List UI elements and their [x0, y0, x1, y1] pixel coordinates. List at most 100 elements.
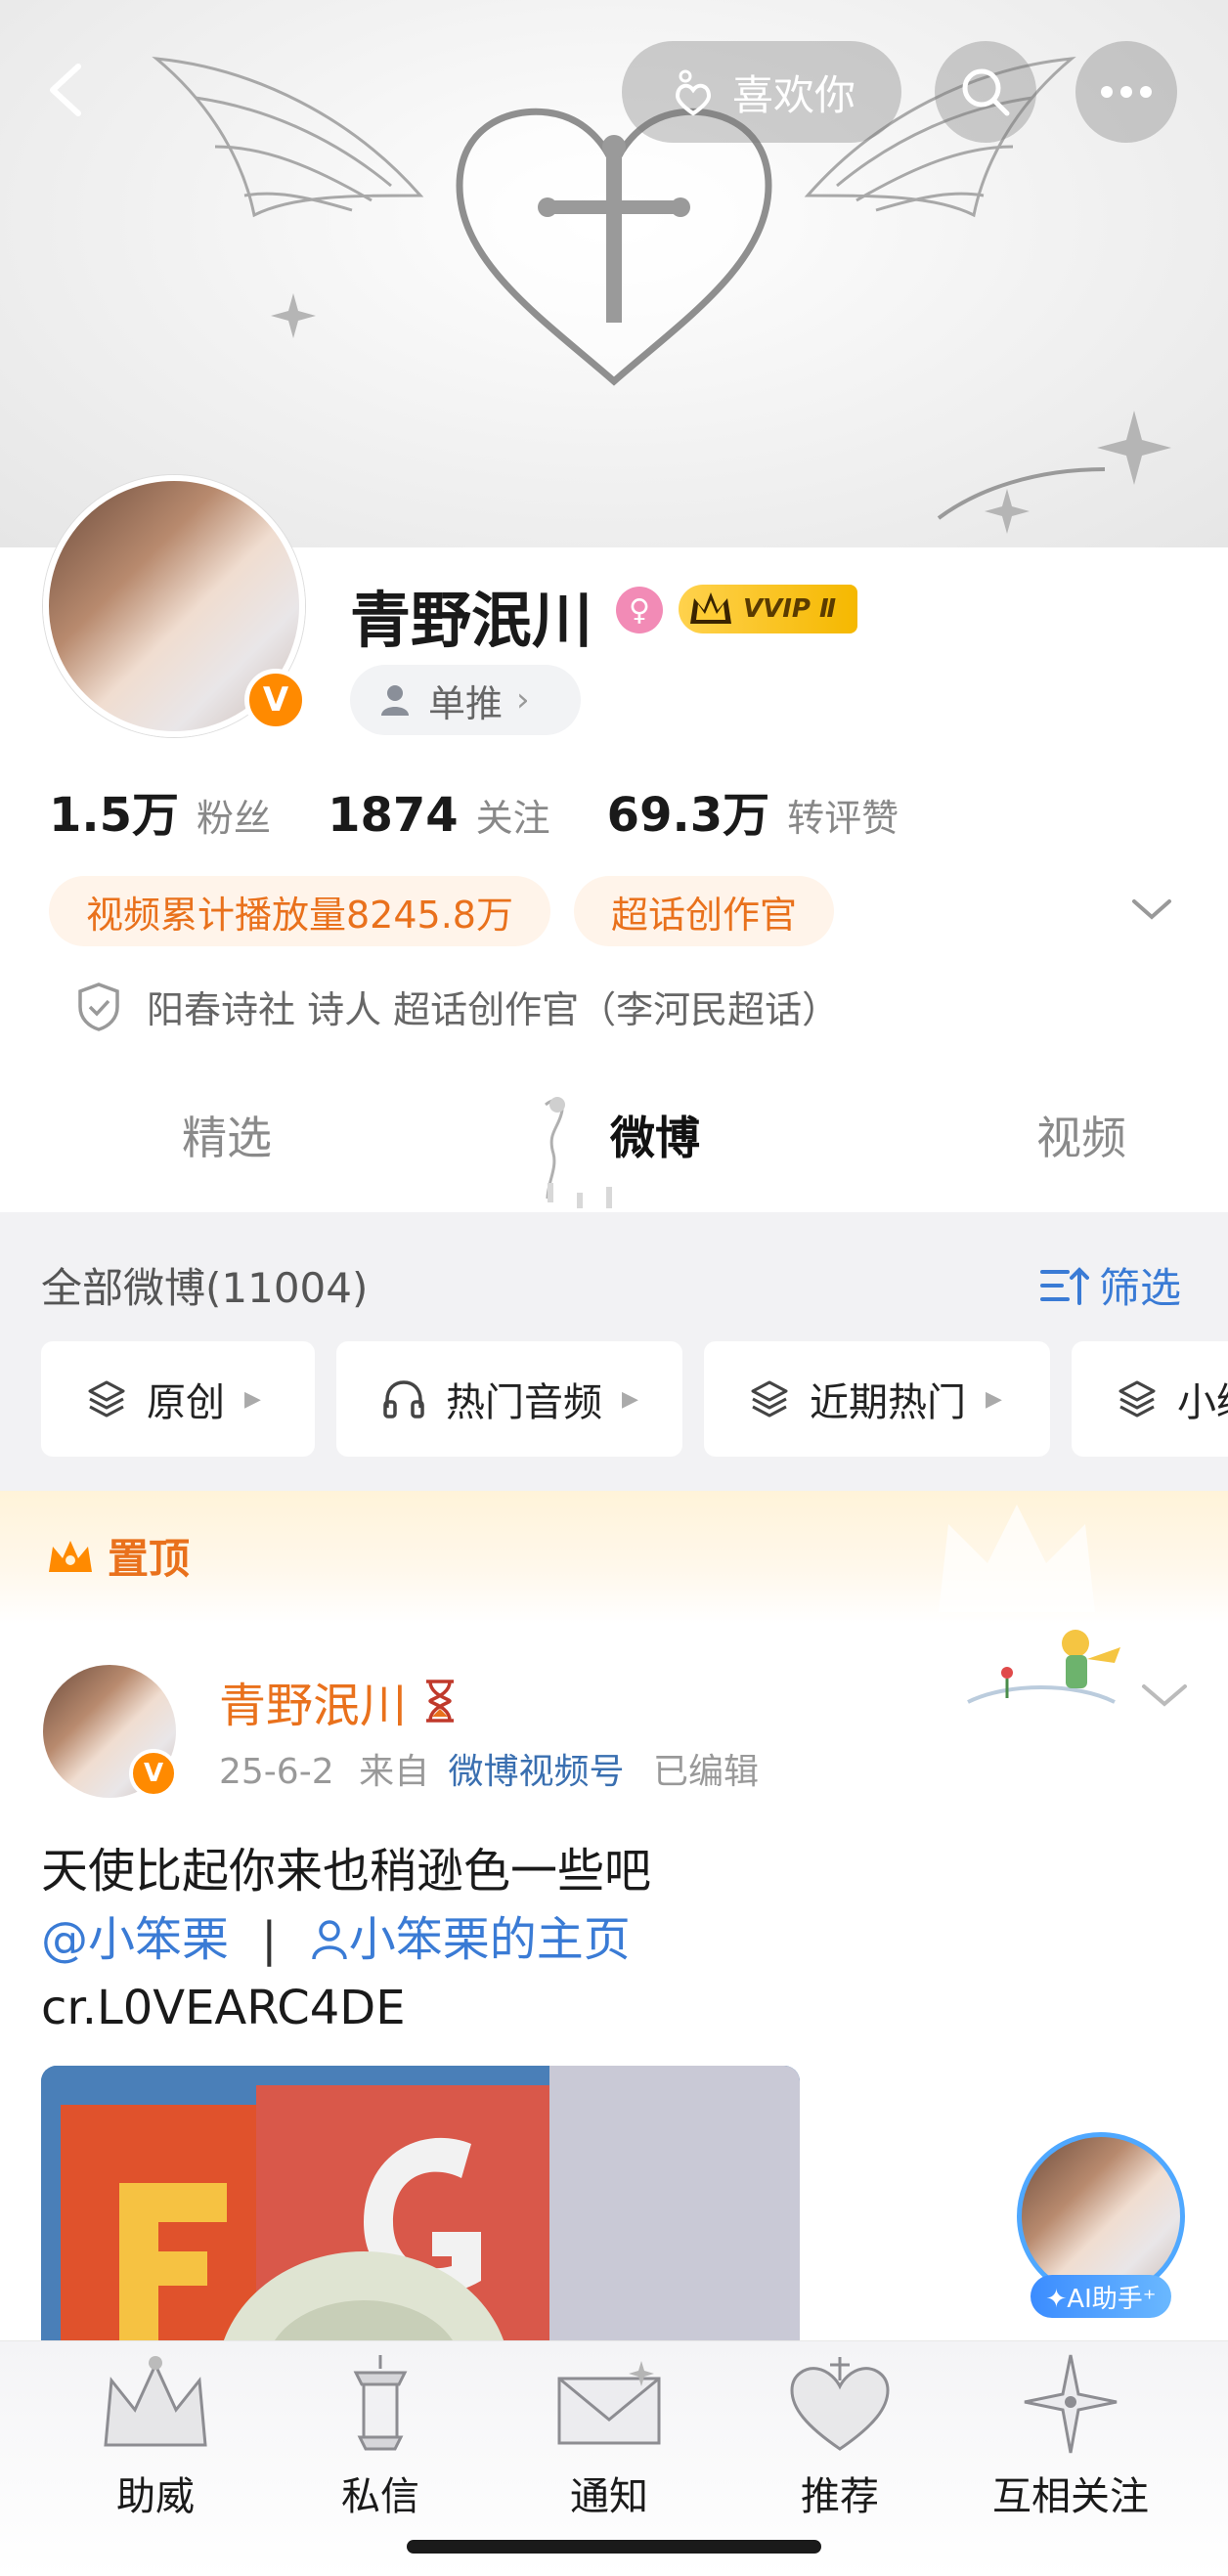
crown-icon: [49, 1540, 92, 1572]
post-author[interactable]: 青野泯川: [219, 1667, 460, 1735]
stat-following[interactable]: 1874 关注: [328, 788, 550, 843]
filter-label: 筛选: [1099, 1264, 1182, 1312]
back-button[interactable]: [39, 59, 98, 117]
post-source-prefix: 来自: [359, 1752, 430, 1792]
chip-label: 近期热门: [810, 1380, 966, 1425]
filter-chips: 原创 ▶ 热门音频 ▶ 近期热门 ▶ 小编: [41, 1341, 1228, 1457]
post-image[interactable]: [41, 2066, 800, 2340]
supertopic-creator-tag[interactable]: 超话创作官: [573, 876, 834, 946]
profile-name: 青野泯川: [350, 585, 593, 656]
search-button[interactable]: [935, 41, 1036, 143]
verification-info: 阳春诗社 诗人 超话创作官（李河民超话）: [76, 980, 839, 1033]
chip-recent-hot[interactable]: 近期热门 ▶: [704, 1341, 1050, 1457]
chevron-down-icon[interactable]: [1130, 895, 1173, 923]
stat-value: 1.5万: [49, 788, 180, 843]
chip-hot-audio[interactable]: 热门音频 ▶: [336, 1341, 682, 1457]
crown-icon: [104, 2356, 207, 2447]
heart-locket-icon: [790, 2357, 890, 2451]
video-play-count-tag[interactable]: 视频累计播放量8245.8万: [49, 876, 550, 946]
post-meta: 25-6-2 来自 微博视频号 已编辑: [219, 1743, 759, 1794]
filter-button[interactable]: 筛选: [1038, 1255, 1181, 1315]
chevron-down-icon[interactable]: [1140, 1681, 1189, 1710]
nav-messages[interactable]: 私信: [268, 2341, 493, 2537]
stat-value: 69.3万: [606, 788, 770, 843]
crown-watermark-icon: [939, 1505, 1095, 1612]
nav-label: 助威: [116, 2474, 195, 2519]
layers-icon: [88, 1380, 125, 1418]
verification-text: 阳春诗社 诗人 超话创作官（李河民超话）: [147, 988, 840, 1031]
profile-tabs: 精选 微博 视频: [0, 1075, 1228, 1212]
chip-label: 原创: [147, 1380, 225, 1425]
home-indicator[interactable]: [407, 2540, 821, 2554]
tab-weibo[interactable]: 微博: [610, 1103, 700, 1167]
nav-notifications[interactable]: 通知: [497, 2341, 722, 2537]
like-you-button[interactable]: 喜欢你: [622, 41, 901, 143]
crown-icon: [690, 592, 731, 624]
nav-cheer[interactable]: 助威: [43, 2341, 268, 2537]
little-prince-sticker-icon: [967, 1630, 1120, 1704]
tab-video[interactable]: 视频: [1036, 1103, 1126, 1167]
more-button[interactable]: [1075, 41, 1177, 143]
profile-section: V 青野泯川 ♀ VVIP Ⅱ 单推 › 1.5万 粉丝 1874 关注 69.…: [0, 469, 1228, 1075]
post-line-2: @小笨栗 | 小笨栗的主页: [41, 1905, 651, 1974]
verified-badge: V: [129, 1749, 178, 1798]
stat-label: 关注: [475, 797, 550, 840]
single-push-label: 单推: [428, 681, 504, 725]
chip-label: 热门音频: [446, 1380, 602, 1425]
post-body: 天使比起你来也稍逊色一些吧 @小笨栗 | 小笨栗的主页 cr.L0VEARC4D…: [41, 1837, 651, 2042]
envelope-icon: [557, 2361, 661, 2445]
layers-icon: [1118, 1380, 1156, 1418]
heart-hand-icon: [675, 69, 711, 116]
all-weibo-count: 全部微博(11004): [41, 1264, 369, 1312]
homepage-link[interactable]: 小笨栗的主页: [310, 1912, 631, 1967]
nav-mutual-follow[interactable]: 互相关注: [958, 2341, 1183, 2537]
nav-label: 互相关注: [992, 2474, 1149, 2519]
nav-recommend[interactable]: 推荐: [727, 2341, 952, 2537]
nav-label: 通知: [570, 2474, 648, 2519]
pinned-header: 置顶: [0, 1491, 1228, 1624]
stat-label: 粉丝: [197, 797, 272, 840]
stat-label: 转评赞: [787, 797, 899, 840]
single-push-button[interactable]: 单推 ›: [350, 665, 581, 735]
layers-icon: [751, 1380, 788, 1418]
more-icon: [1101, 86, 1152, 98]
caret-right-icon: ▶: [986, 1386, 1002, 1412]
shield-check-icon: [78, 982, 119, 1031]
headphones-icon: [383, 1380, 424, 1419]
filter-section: 全部微博(11004) 筛选 原创 ▶ 热门音频 ▶ 近期热门 ▶ 小: [0, 1212, 1228, 1491]
post-edited: 已编辑: [653, 1752, 760, 1792]
post-author-name: 青野泯川: [219, 1679, 408, 1733]
pinned-label: 置顶: [45, 1526, 190, 1586]
post-line-1: 天使比起你来也稍逊色一些吧: [41, 1844, 652, 1899]
sort-filter-icon: [1040, 1266, 1089, 1305]
chip-label: 小编: [1177, 1380, 1228, 1425]
stat-fans[interactable]: 1.5万 粉丝: [49, 776, 271, 845]
mention-link[interactable]: @小笨栗: [41, 1912, 229, 1967]
chip-original[interactable]: 原创 ▶: [41, 1341, 315, 1457]
post-source[interactable]: 微博视频号: [449, 1752, 625, 1792]
tab-featured[interactable]: 精选: [182, 1103, 272, 1167]
verified-badge: V: [244, 669, 307, 731]
ai-helper-button[interactable]: ✦AI助手⁺: [1011, 2132, 1191, 2328]
profile-tags: 视频累计播放量8245.8万 超话创作官: [49, 876, 834, 946]
caret-right-icon: ▶: [244, 1386, 261, 1412]
chip-editor[interactable]: 小编: [1072, 1341, 1228, 1457]
nav-label: 私信: [341, 2474, 419, 2519]
ai-helper-label: ✦AI助手⁺: [1031, 2275, 1171, 2318]
stat-engagement[interactable]: 69.3万 转评赞: [607, 776, 899, 845]
pinned-text: 置顶: [108, 1535, 191, 1583]
person-icon: [311, 1920, 347, 1960]
female-gender-icon: ♀: [616, 587, 663, 633]
nav-label: 推荐: [801, 2474, 879, 2519]
back-icon: [50, 64, 81, 116]
vvip-badge[interactable]: VVIP Ⅱ: [679, 585, 858, 633]
star-icon: [1024, 2354, 1118, 2454]
vvip-label: VVIP Ⅱ: [743, 594, 837, 624]
like-you-label: 喜欢你: [731, 70, 855, 119]
profile-stats: 1.5万 粉丝 1874 关注 69.3万 转评赞: [49, 776, 955, 845]
pinned-post[interactable]: V 青野泯川 25-6-2 来自 微博视频号 已编辑 天使比起你来也稍逊色一些吧…: [0, 1624, 1228, 2340]
cover-banner: 喜欢你: [0, 0, 1228, 547]
lantern-icon: [353, 2355, 408, 2451]
person-icon: [381, 685, 409, 716]
search-icon: [962, 68, 1010, 116]
